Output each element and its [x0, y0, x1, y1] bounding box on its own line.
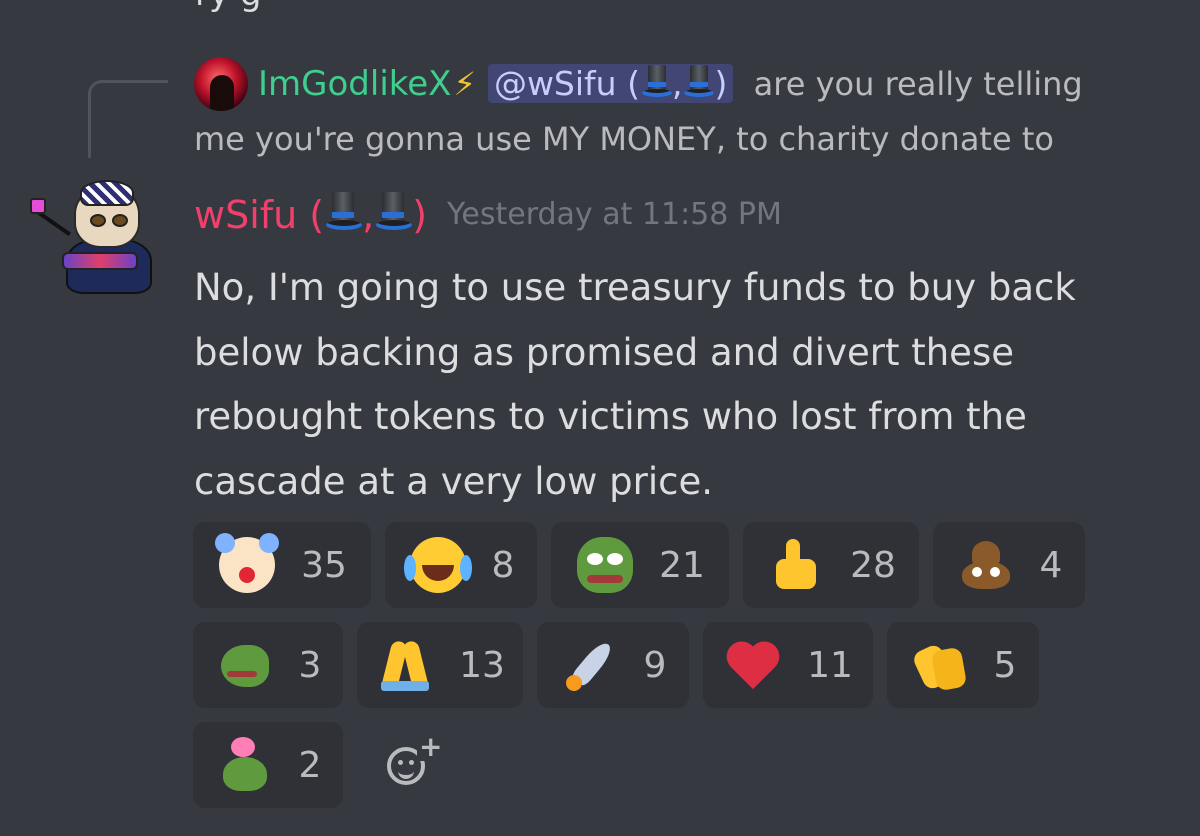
reaction-thumbs-up[interactable]: 28	[743, 522, 919, 608]
user-mention[interactable]: @wSifu (,)	[487, 64, 734, 103]
reaction-count: 8	[491, 544, 515, 586]
message-timestamp: Yesterday at 11:58 PM	[447, 197, 782, 232]
previous-message-fragment: ry g	[195, 0, 262, 14]
pile-of-poo-icon	[958, 537, 1014, 593]
reaction-count: 2	[298, 744, 322, 786]
reaction-count: 28	[850, 544, 896, 586]
message-content: No, I'm going to use treasury funds to b…	[194, 266, 1076, 503]
reaction-pepe[interactable]: 21	[551, 522, 729, 608]
reaction-count: 21	[659, 544, 705, 586]
reaction-clown[interactable]: 35	[193, 522, 371, 608]
reaction-joy[interactable]: 8	[385, 522, 537, 608]
top-hat-icon	[641, 65, 672, 99]
top-hat-icon	[326, 192, 363, 232]
reply-author-avatar[interactable]	[194, 57, 248, 111]
reaction-pepe-side[interactable]: 3	[193, 622, 343, 708]
top-hat-icon	[684, 65, 715, 99]
reply-text-line1: are you really telling	[753, 65, 1083, 103]
reaction-pray[interactable]: 13	[357, 622, 523, 708]
face-with-tears-of-joy-icon	[403, 537, 466, 593]
reaction-count: 9	[643, 644, 667, 686]
reaction-clap[interactable]: 5	[887, 622, 1039, 708]
reaction-heart[interactable]: 11	[703, 622, 873, 708]
reactions-bar: 35 8 21 28 4 3 13 9 11 5 2 +	[193, 522, 1193, 822]
thumbs-up-icon	[768, 537, 824, 593]
pepe-side-icon	[217, 637, 273, 693]
folded-hands-icon	[377, 637, 433, 693]
add-reaction-icon[interactable]: +	[383, 733, 445, 793]
reaction-poop[interactable]: 4	[933, 522, 1085, 608]
author-avatar[interactable]	[26, 180, 152, 294]
reaction-row: 3 13 9 11 5	[193, 622, 1193, 708]
clapping-hands-icon	[912, 637, 968, 693]
reaction-count: 3	[298, 644, 322, 686]
pepe-love-icon	[217, 737, 273, 793]
reply-preview[interactable]: ImGodlikeX⚡ @wSifu (,) are you really tel…	[194, 56, 1184, 165]
pepe-frog-icon	[577, 537, 634, 593]
reaction-row: 2 +	[193, 722, 1193, 808]
reaction-count: 11	[807, 644, 853, 686]
reaction-count: 35	[301, 544, 347, 586]
reaction-count: 4	[1039, 544, 1063, 586]
clown-face-icon	[215, 533, 276, 593]
red-heart-icon	[725, 637, 781, 693]
lightning-icon: ⚡	[453, 65, 476, 103]
reaction-count: 5	[993, 644, 1017, 686]
reaction-pepe-love[interactable]: 2	[193, 722, 343, 808]
reaction-row: 35 8 21 28 4	[193, 522, 1193, 608]
message-header: wSifu (,) Yesterday at 11:58 PM	[194, 192, 782, 237]
message-author-name[interactable]: wSifu (,)	[194, 192, 427, 237]
reaction-count: 13	[459, 644, 505, 686]
reply-spine	[88, 80, 168, 158]
reply-author-name[interactable]: ImGodlikeX	[258, 64, 451, 104]
reaction-rocket[interactable]: 9	[537, 622, 689, 708]
top-hat-icon	[376, 192, 413, 232]
rocket-icon	[562, 637, 618, 693]
reply-text-line2: me you're gonna use MY MONEY, to charity…	[194, 120, 1054, 158]
